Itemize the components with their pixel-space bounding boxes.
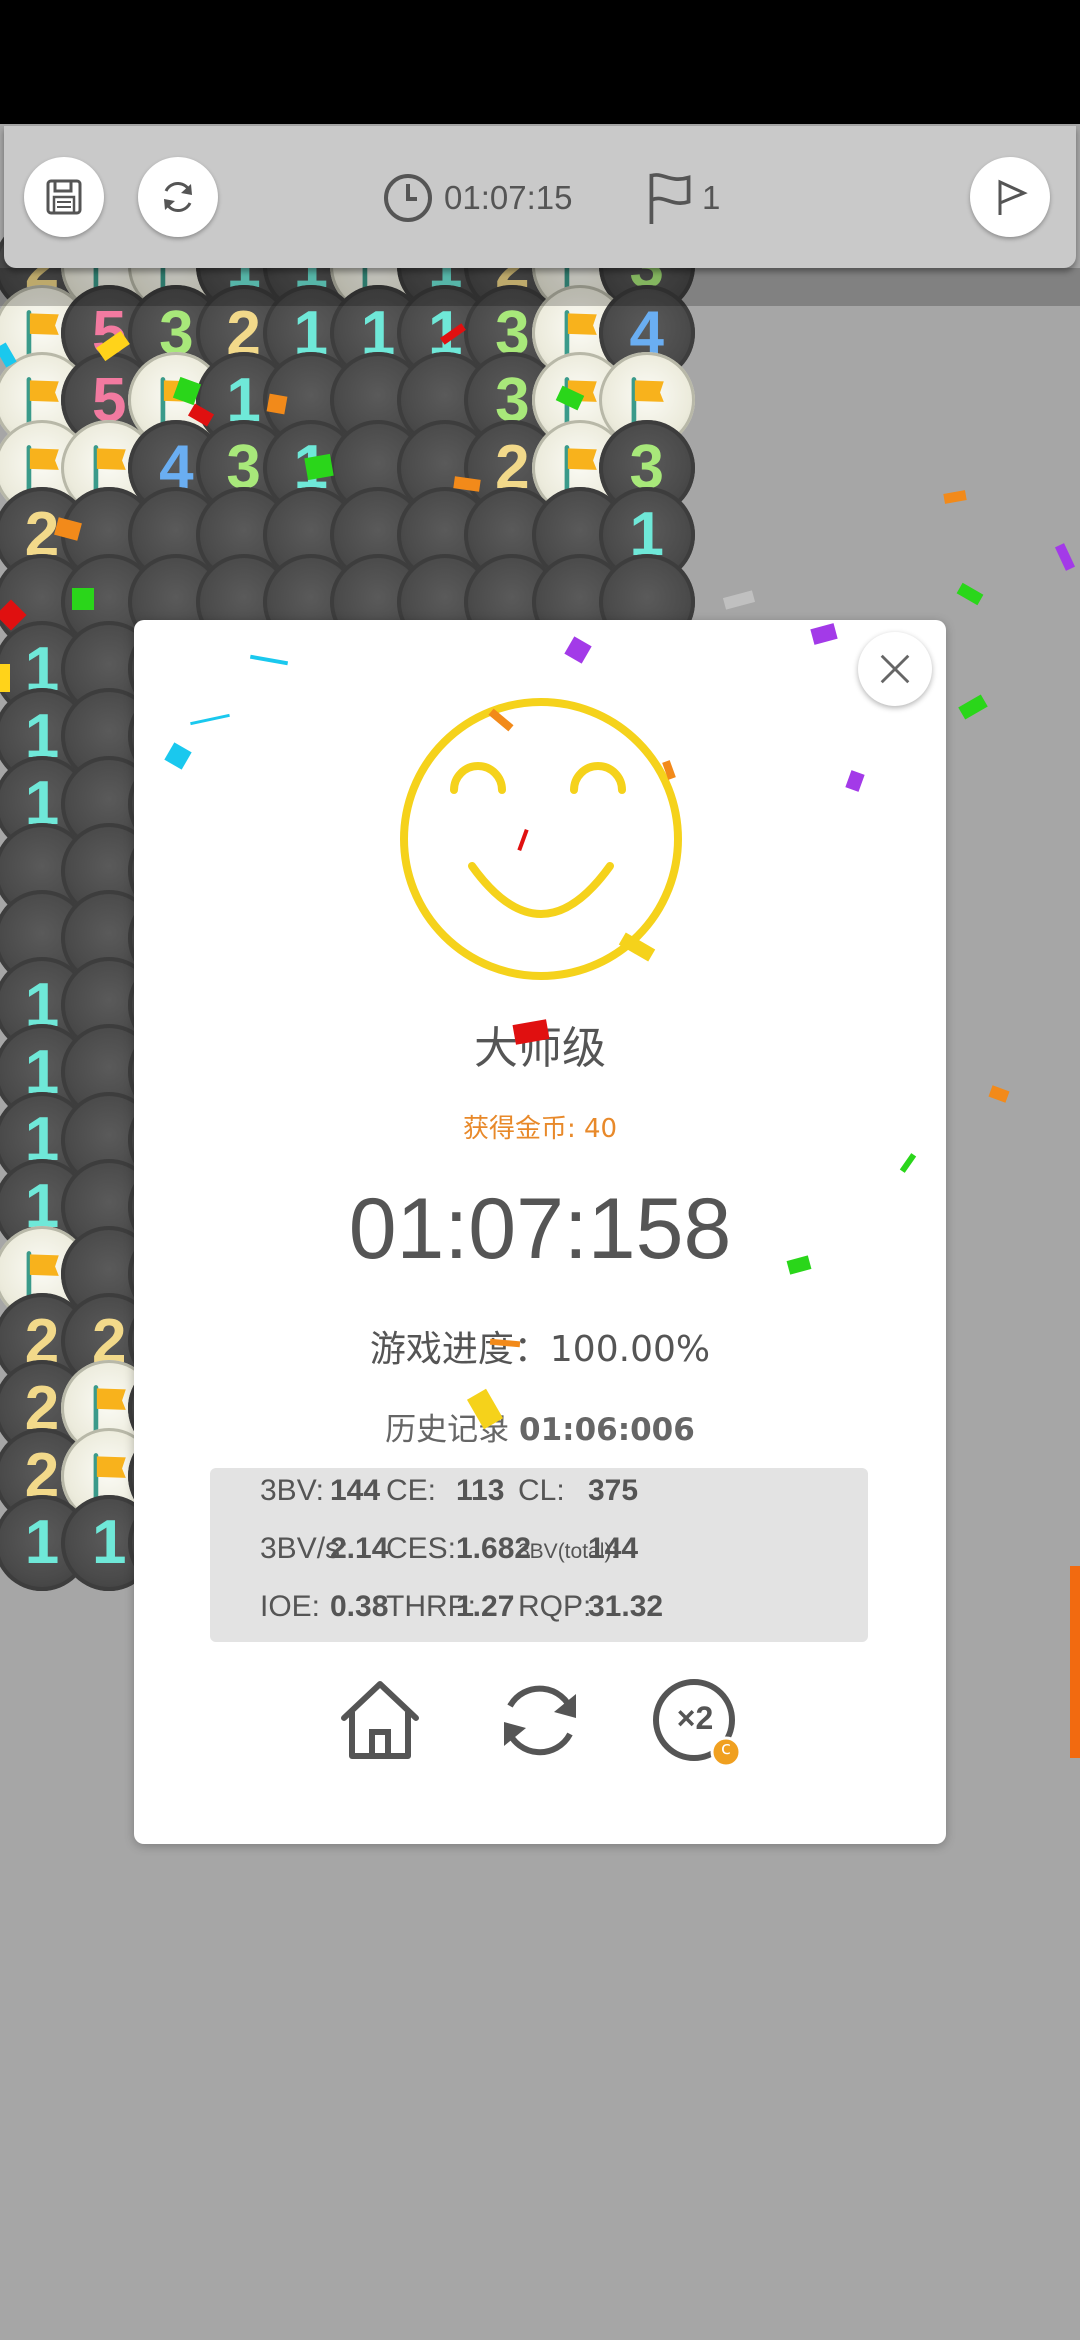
scroll-indicator[interactable] [1070,1566,1080,1758]
restart-icon [164,181,192,213]
stat-value: 2.14 [330,1532,389,1565]
board-top-shadow [0,268,1080,306]
stat-value: 375 [588,1474,639,1507]
close-icon [880,654,910,684]
stats-panel: 3BV: 144 CE: 113 CL: 375 3BV/s: 2.14 CES… [210,1468,868,1642]
stat-value: 0.38 [330,1590,389,1623]
final-time: 01:07:158 [348,1181,732,1277]
smiley-face-icon [400,698,682,980]
stat-label: CE: [386,1474,437,1507]
save-button[interactable] [24,157,104,237]
stat-value: 31.32 [588,1590,664,1623]
game-progress: 游戏进度：100.00% [369,1329,711,1370]
stat-value: 1.27 [456,1590,515,1623]
confetti [72,588,94,610]
stat-label: CL: [518,1474,565,1507]
stat-value: 113 [456,1474,505,1507]
flag-icon [649,173,691,224]
confetti [304,453,334,481]
flag-outline-icon [998,179,1028,215]
replay-button[interactable] [492,1672,588,1768]
finish-flag-button[interactable] [970,157,1050,237]
home-button[interactable] [332,1672,428,1768]
save-icon [46,179,82,215]
restart-button[interactable] [138,157,218,237]
confetti [0,664,10,692]
game-result-dialog: 大师级 获得金币: 40 01:07:158 游戏进度：100.00% 历史记录… [134,620,946,1844]
confetti [266,393,288,415]
flag-counter: 1 [644,168,720,228]
stat-value: 144 [588,1532,639,1565]
coin-badge: c [721,1738,731,1759]
game-toolbar: 01:07:15 1 [4,126,1076,268]
clock-icon [384,174,432,222]
double-label: ×2 [676,1700,714,1736]
stat-value: 144 [330,1474,381,1507]
stat-label: IOE: [260,1590,321,1623]
game-timer: 01:07:15 [382,172,572,224]
history-record: 历史记录 01:06:006 [134,1404,946,1449]
history-value: 01:06:006 [519,1412,695,1448]
stat-label: RQP: [518,1590,592,1623]
flag-count: 1 [702,179,721,216]
coins-earned: 获得金币: 40 [462,1114,618,1144]
cell-number: 1 [91,1508,127,1578]
stat-label: 3BV: [260,1474,324,1507]
stat-label: CES: [386,1532,457,1565]
double-reward-button[interactable]: ×2 c [650,1672,746,1768]
close-button[interactable] [858,632,932,706]
timer-text: 01:07:15 [444,179,573,216]
cell-number: 1 [24,1508,60,1578]
